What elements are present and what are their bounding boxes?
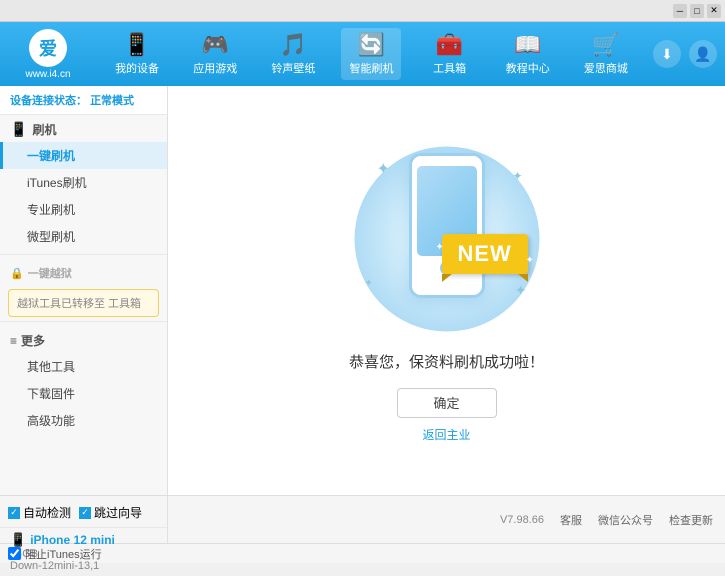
nav-item-shop[interactable]: 🛒 爱思商城 xyxy=(576,28,636,80)
nav-item-tutorial[interactable]: 📖 教程中心 xyxy=(498,28,558,80)
sidebar-item-advanced[interactable]: 高级功能 xyxy=(0,407,167,434)
ribbon-fold-right xyxy=(518,274,528,282)
support-link[interactable]: 客服 xyxy=(560,512,582,528)
illustration-container: ✦ ✦ ✦ ✦ NEW ✦ ✦ xyxy=(347,139,547,339)
sidebar-status: 设备连接状态： 正常模式 xyxy=(0,86,167,115)
sidebar-item-pro[interactable]: 专业刷机 xyxy=(0,196,167,223)
download-button[interactable]: ⬇ xyxy=(653,40,681,68)
flash-section-label: 刷机 xyxy=(32,121,56,138)
status-label: 设备连接状态： xyxy=(10,95,87,107)
new-ribbon: NEW ✦ ✦ xyxy=(442,234,528,274)
skip-wizard-checkbox[interactable]: ✓ 跳过向导 xyxy=(79,504,142,521)
warning-text: 越狱工具已转移至 工具箱 xyxy=(17,298,141,310)
nav-items: 📱 我的设备 🎮 应用游戏 🎵 铃声壁纸 🔄 智能刷机 🧰 工具箱 📖 教程中心… xyxy=(98,28,645,80)
nav-item-flash[interactable]: 🔄 智能刷机 xyxy=(341,28,401,80)
sparkle-br: ✦ xyxy=(515,282,527,299)
logo-text: www.i4.cn xyxy=(25,69,70,80)
flash-icon: 🔄 xyxy=(358,32,385,58)
mydevice-label: 我的设备 xyxy=(115,60,159,76)
device-model: Down-12mini-13,1 xyxy=(10,560,157,572)
update-link[interactable]: 检查更新 xyxy=(669,512,713,528)
title-bar: ─ □ ✕ xyxy=(0,0,725,22)
jailbreak-label: 一键越狱 xyxy=(28,265,72,281)
sidebar-item-micro[interactable]: 微型刷机 xyxy=(0,223,167,250)
sidebar-item-firmware[interactable]: 下载固件 xyxy=(0,380,167,407)
shop-label: 爱思商城 xyxy=(584,60,628,76)
flash-section-icon: 📱 xyxy=(10,121,27,138)
sidebar-divider-1 xyxy=(0,254,167,255)
full-bottom: ✓ 自动检测 ✓ 跳过向导 📱 iPhone 12 mini 64GB Down… xyxy=(0,495,725,543)
tutorial-label: 教程中心 xyxy=(506,60,550,76)
content-area: ✦ ✦ ✦ ✦ NEW ✦ ✦ 恭喜您，保资料刷机成功啦！ xyxy=(168,86,725,495)
nav-item-mydevice[interactable]: 📱 我的设备 xyxy=(107,28,167,80)
lock-icon: 🔒 xyxy=(10,267,24,280)
main-layout: 设备连接状态： 正常模式 📱 刷机 一键刷机 iTunes刷机 专业刷机 微型刷… xyxy=(0,86,725,495)
checkbox-group: ✓ 自动检测 ✓ 跳过向导 xyxy=(0,500,167,525)
sparkle-tl: ✦ xyxy=(377,159,390,179)
logo[interactable]: 爱 www.i4.cn xyxy=(8,29,88,80)
sidebar-item-itunes[interactable]: iTunes刷机 xyxy=(0,169,167,196)
sparkle-bl: ✦ xyxy=(365,278,373,289)
nav-item-apps[interactable]: 🎮 应用游戏 xyxy=(185,28,245,80)
jailbreak-section: 🔒 一键越狱 xyxy=(0,259,167,285)
more-icon: ≡ xyxy=(10,334,17,348)
tools-icon: 🧰 xyxy=(436,32,463,58)
sparkle-tr: ✦ xyxy=(512,169,522,183)
sparkle-right: ✦ xyxy=(525,255,533,266)
auto-detect-checkbox[interactable]: ✓ 自动检测 xyxy=(8,504,71,521)
itunes-label: 阻止iTunes运行 xyxy=(25,546,102,562)
sidebar: 设备连接状态： 正常模式 📱 刷机 一键刷机 iTunes刷机 专业刷机 微型刷… xyxy=(0,86,168,495)
ringtone-icon: 🎵 xyxy=(280,32,307,58)
auto-detect-label: 自动检测 xyxy=(23,504,71,521)
nav-item-ringtone[interactable]: 🎵 铃声壁纸 xyxy=(263,28,323,80)
itunes-checkbox[interactable] xyxy=(8,547,21,560)
shop-icon: 🛒 xyxy=(592,32,619,58)
user-button[interactable]: 👤 xyxy=(689,40,717,68)
more-section-header: ≡ 更多 xyxy=(0,326,167,353)
close-button[interactable]: ✕ xyxy=(707,4,721,18)
success-title: 恭喜您，保资料刷机成功啦！ xyxy=(349,351,544,372)
skip-wizard-label: 跳过向导 xyxy=(94,504,142,521)
skip-wizard-cb-icon: ✓ xyxy=(79,507,91,519)
maximize-button[interactable]: □ xyxy=(690,4,704,18)
nav-right: ⬇ 👤 xyxy=(653,40,717,68)
ringtone-label: 铃声壁纸 xyxy=(271,60,315,76)
version-text: V7.98.66 xyxy=(500,514,544,526)
auto-detect-cb-icon: ✓ xyxy=(8,507,20,519)
sidebar-warning: 越狱工具已转移至 工具箱 xyxy=(8,289,159,317)
sidebar-divider-2 xyxy=(0,321,167,322)
tutorial-icon: 📖 xyxy=(514,32,541,58)
minimize-button[interactable]: ─ xyxy=(673,4,687,18)
new-badge-container: NEW ✦ ✦ xyxy=(442,234,528,274)
more-label: 更多 xyxy=(21,332,45,349)
flash-section-header: 📱 刷机 xyxy=(0,115,167,142)
flash-label: 智能刷机 xyxy=(349,60,393,76)
tools-label: 工具箱 xyxy=(433,60,466,76)
status-value: 正常模式 xyxy=(90,95,134,107)
apps-label: 应用游戏 xyxy=(193,60,237,76)
bottom-right-panel: V7.98.66 客服 微信公众号 检查更新 xyxy=(168,496,725,543)
sidebar-item-others[interactable]: 其他工具 xyxy=(0,353,167,380)
sidebar-item-onekey[interactable]: 一键刷机 xyxy=(0,142,167,169)
logo-icon: 爱 xyxy=(29,29,67,67)
bottom-left-panel: ✓ 自动检测 ✓ 跳过向导 📱 iPhone 12 mini 64GB Down… xyxy=(0,496,168,543)
mydevice-icon: 📱 xyxy=(123,32,150,58)
wechat-link[interactable]: 微信公众号 xyxy=(598,512,653,528)
sparkle-left: ✦ xyxy=(436,242,444,253)
phone-icon: 📱 xyxy=(10,532,26,548)
confirm-button[interactable]: 确定 xyxy=(397,388,497,418)
go-home-link[interactable]: 返回主业 xyxy=(422,426,470,443)
ribbon-fold-left xyxy=(442,274,452,282)
nav-bar: 爱 www.i4.cn 📱 我的设备 🎮 应用游戏 🎵 铃声壁纸 🔄 智能刷机 … xyxy=(0,22,725,86)
new-text: NEW xyxy=(442,234,528,274)
apps-icon: 🎮 xyxy=(202,32,229,58)
nav-item-tools[interactable]: 🧰 工具箱 xyxy=(420,28,480,80)
